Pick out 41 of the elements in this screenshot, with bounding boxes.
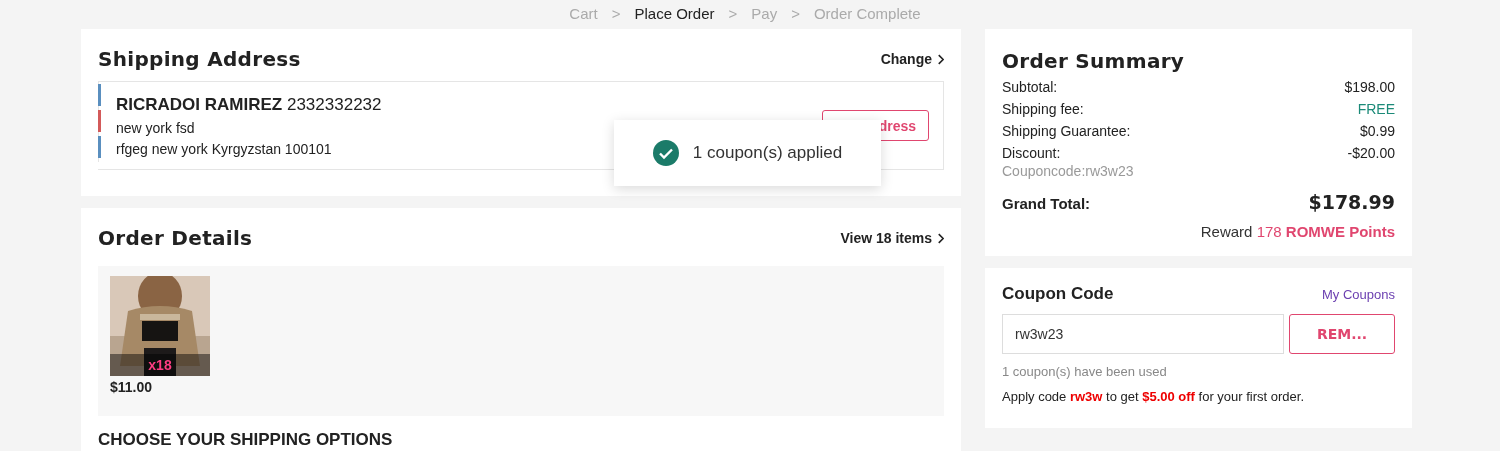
promo-text: Apply code rw3w to get $5.00 off for your first order. — [1002, 389, 1306, 404]
grand-total-label: Grand Total: — [1002, 195, 1091, 212]
coupon-used-note: 1 coupon(s) have been used — [1002, 364, 1168, 379]
chevron-right-icon — [937, 232, 944, 244]
address-line: rfgeg new york Kyrgyzstan 100101 — [116, 140, 332, 157]
breadcrumb-separator: > — [611, 4, 621, 22]
chevron-right-icon — [937, 53, 944, 65]
recipient-name: RICRADOI RAMIREZ — [116, 94, 283, 114]
summary-value: FREE — [1357, 101, 1395, 117]
coupon-title: Coupon Code — [1002, 284, 1114, 304]
breadcrumb-step: Order Complete — [813, 4, 921, 22]
breadcrumb-step: Pay — [751, 4, 778, 22]
coupon-code-note: Couponcode:rw3w23 — [1002, 163, 1134, 179]
toast-message: 1 coupon(s) applied — [692, 143, 843, 163]
view-items-link[interactable]: View 18 items — [840, 230, 944, 246]
address-line: new york fsd — [116, 119, 195, 136]
breadcrumb-separator: > — [728, 4, 738, 22]
coupon-input[interactable]: rw3w23 — [1002, 314, 1284, 354]
section-title: Order Summary — [1002, 49, 1186, 73]
change-link[interactable]: Change — [880, 51, 944, 67]
remove-coupon-button[interactable]: REM... — [1289, 314, 1395, 354]
breadcrumb-separator: > — [791, 4, 800, 22]
section-title: Shipping Address — [98, 47, 301, 71]
reward-points-text: Reward 178 ROMWE Points — [1199, 223, 1395, 240]
check-circle-icon — [652, 140, 679, 166]
grand-total-value: $178.99 — [1308, 191, 1395, 213]
section-title: Order Details — [98, 226, 253, 250]
breadcrumb-step: Cart — [569, 4, 598, 22]
summary-value: -$20.00 — [1347, 145, 1395, 163]
breadcrumb-step: Place Order — [634, 4, 715, 22]
item-price: $11.00 — [110, 379, 154, 395]
summary-label: Shipping Guarantee: — [1002, 123, 1131, 139]
summary-label: Discount: — [1002, 145, 1062, 161]
shipping-options-heading: CHOOSE YOUR SHIPPING OPTIONS — [98, 430, 394, 450]
summary-value: $0.99 — [1359, 123, 1395, 139]
phone-number: 2332332232 — [286, 94, 382, 114]
quantity-badge: x18 — [110, 354, 210, 376]
my-coupons-link[interactable]: My Coupons — [1322, 287, 1395, 302]
summary-label: Shipping fee: — [1002, 101, 1084, 117]
summary-label: Subtotal: — [1002, 79, 1058, 95]
summary-value: $198.00 — [1344, 79, 1395, 95]
